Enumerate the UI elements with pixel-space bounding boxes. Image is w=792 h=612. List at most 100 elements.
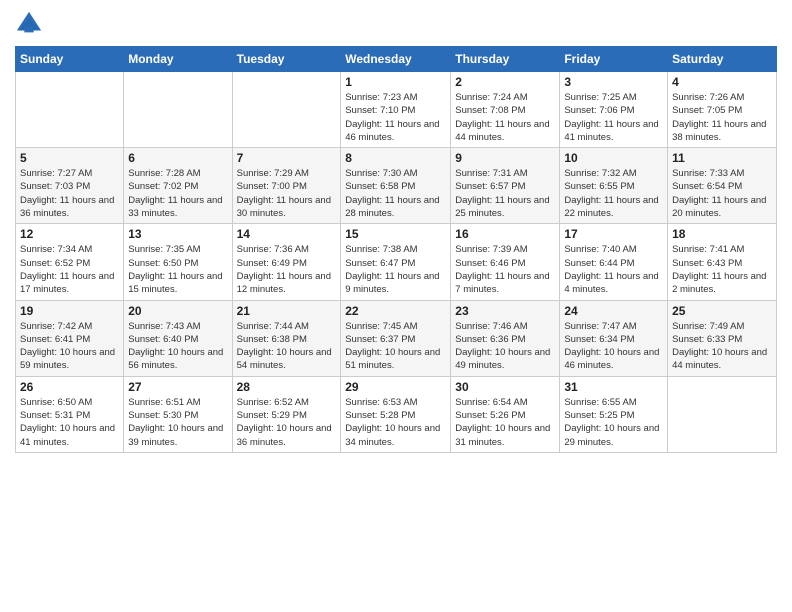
- calendar-cell: 25Sunrise: 7:49 AM Sunset: 6:33 PM Dayli…: [668, 300, 777, 376]
- calendar-cell: 13 Sunrise: 7:35 AM Sunset: 6:50 PM Dayli…: [124, 224, 232, 300]
- day-info: Sunrise: 6:52 AM Sunset: 5:29 PM Dayligh…: [237, 396, 337, 449]
- day-number: 4: [672, 75, 772, 89]
- day-number: 1: [345, 75, 446, 89]
- day-number: 13: [128, 227, 227, 241]
- day-info: Sunrise: 6:50 AM Sunset: 5:31 PM Dayligh…: [20, 396, 119, 449]
- calendar-cell: 7 Sunrise: 7:29 AM Sunset: 7:00 PM Daylig…: [232, 148, 341, 224]
- day-number: 25: [672, 304, 772, 318]
- day-number: 9: [455, 151, 555, 165]
- calendar-cell: 29 Sunrise: 6:53 AM Sunset: 5:28 PM Dayli…: [341, 376, 451, 452]
- day-info: Sunrise: 7:44 AM Sunset: 6:38 PM Dayligh…: [237, 320, 337, 373]
- calendar-week-row: 19Sunrise: 7:42 AM Sunset: 6:41 PM Dayli…: [16, 300, 777, 376]
- day-number: 11: [672, 151, 772, 165]
- day-info: Sunrise: 7:34 AM Sunset: 6:52 PM Dayligh…: [20, 243, 119, 296]
- day-info: Sunrise: 7:39 AM Sunset: 6:46 PM Dayligh…: [455, 243, 555, 296]
- day-number: 26: [20, 380, 119, 394]
- day-number: 5: [20, 151, 119, 165]
- calendar-cell: 20 Sunrise: 7:43 AM Sunset: 6:40 PM Dayli…: [124, 300, 232, 376]
- calendar-table: SundayMondayTuesdayWednesdayThursdayFrid…: [15, 46, 777, 453]
- calendar-cell: 23Sunrise: 7:46 AM Sunset: 6:36 PM Dayli…: [451, 300, 560, 376]
- day-info: Sunrise: 7:35 AM Sunset: 6:50 PM Dayligh…: [128, 243, 227, 296]
- calendar-header-monday: Monday: [124, 47, 232, 72]
- day-info: Sunrise: 7:47 AM Sunset: 6:34 PM Dayligh…: [564, 320, 663, 373]
- calendar-cell: 17Sunrise: 7:40 AM Sunset: 6:44 PM Dayli…: [560, 224, 668, 300]
- day-number: 27: [128, 380, 227, 394]
- calendar-header-wednesday: Wednesday: [341, 47, 451, 72]
- calendar-cell: 2 Sunrise: 7:24 AM Sunset: 7:08 PM Daylig…: [451, 72, 560, 148]
- calendar-cell: 18 Sunrise: 7:41 AM Sunset: 6:43 PM Dayli…: [668, 224, 777, 300]
- day-number: 24: [564, 304, 663, 318]
- header: [15, 10, 777, 38]
- day-number: 14: [237, 227, 337, 241]
- day-info: Sunrise: 7:26 AM Sunset: 7:05 PM Dayligh…: [672, 91, 772, 144]
- day-info: Sunrise: 7:24 AM Sunset: 7:08 PM Dayligh…: [455, 91, 555, 144]
- day-info: Sunrise: 7:23 AM Sunset: 7:10 PM Dayligh…: [345, 91, 446, 144]
- day-info: Sunrise: 7:30 AM Sunset: 6:58 PM Dayligh…: [345, 167, 446, 220]
- day-number: 2: [455, 75, 555, 89]
- calendar-cell: 6 Sunrise: 7:28 AM Sunset: 7:02 PM Daylig…: [124, 148, 232, 224]
- day-info: Sunrise: 6:55 AM Sunset: 5:25 PM Dayligh…: [564, 396, 663, 449]
- calendar-header-tuesday: Tuesday: [232, 47, 341, 72]
- calendar-header-row: SundayMondayTuesdayWednesdayThursdayFrid…: [16, 47, 777, 72]
- calendar-cell: 21 Sunrise: 7:44 AM Sunset: 6:38 PM Dayli…: [232, 300, 341, 376]
- day-info: Sunrise: 7:33 AM Sunset: 6:54 PM Dayligh…: [672, 167, 772, 220]
- day-number: 28: [237, 380, 337, 394]
- calendar-header-sunday: Sunday: [16, 47, 124, 72]
- calendar-cell: 26 Sunrise: 6:50 AM Sunset: 5:31 PM Dayli…: [16, 376, 124, 452]
- calendar-cell: 10Sunrise: 7:32 AM Sunset: 6:55 PM Dayli…: [560, 148, 668, 224]
- calendar-cell: 9Sunrise: 7:31 AM Sunset: 6:57 PM Daylig…: [451, 148, 560, 224]
- day-info: Sunrise: 6:53 AM Sunset: 5:28 PM Dayligh…: [345, 396, 446, 449]
- calendar-cell: 16 Sunrise: 7:39 AM Sunset: 6:46 PM Dayli…: [451, 224, 560, 300]
- day-number: 22: [345, 304, 446, 318]
- calendar-cell: [16, 72, 124, 148]
- calendar-cell: 3 Sunrise: 7:25 AM Sunset: 7:06 PM Daylig…: [560, 72, 668, 148]
- day-number: 31: [564, 380, 663, 394]
- day-number: 12: [20, 227, 119, 241]
- calendar-cell: 22Sunrise: 7:45 AM Sunset: 6:37 PM Dayli…: [341, 300, 451, 376]
- day-number: 17: [564, 227, 663, 241]
- day-info: Sunrise: 6:51 AM Sunset: 5:30 PM Dayligh…: [128, 396, 227, 449]
- day-number: 20: [128, 304, 227, 318]
- calendar-cell: 8Sunrise: 7:30 AM Sunset: 6:58 PM Daylig…: [341, 148, 451, 224]
- calendar-cell: 5 Sunrise: 7:27 AM Sunset: 7:03 PM Daylig…: [16, 148, 124, 224]
- day-info: Sunrise: 7:41 AM Sunset: 6:43 PM Dayligh…: [672, 243, 772, 296]
- calendar-cell: 1 Sunrise: 7:23 AM Sunset: 7:10 PM Daylig…: [341, 72, 451, 148]
- day-number: 7: [237, 151, 337, 165]
- day-info: Sunrise: 6:54 AM Sunset: 5:26 PM Dayligh…: [455, 396, 555, 449]
- day-number: 29: [345, 380, 446, 394]
- calendar-cell: 30Sunrise: 6:54 AM Sunset: 5:26 PM Dayli…: [451, 376, 560, 452]
- day-info: Sunrise: 7:36 AM Sunset: 6:49 PM Dayligh…: [237, 243, 337, 296]
- calendar-cell: 27 Sunrise: 6:51 AM Sunset: 5:30 PM Dayli…: [124, 376, 232, 452]
- calendar-cell: 11 Sunrise: 7:33 AM Sunset: 6:54 PM Dayli…: [668, 148, 777, 224]
- day-info: Sunrise: 7:25 AM Sunset: 7:06 PM Dayligh…: [564, 91, 663, 144]
- day-info: Sunrise: 7:29 AM Sunset: 7:00 PM Dayligh…: [237, 167, 337, 220]
- calendar-header-friday: Friday: [560, 47, 668, 72]
- calendar-cell: 4 Sunrise: 7:26 AM Sunset: 7:05 PM Daylig…: [668, 72, 777, 148]
- calendar-cell: 15 Sunrise: 7:38 AM Sunset: 6:47 PM Dayli…: [341, 224, 451, 300]
- day-info: Sunrise: 7:27 AM Sunset: 7:03 PM Dayligh…: [20, 167, 119, 220]
- calendar-cell: 28 Sunrise: 6:52 AM Sunset: 5:29 PM Dayli…: [232, 376, 341, 452]
- day-number: 3: [564, 75, 663, 89]
- day-info: Sunrise: 7:38 AM Sunset: 6:47 PM Dayligh…: [345, 243, 446, 296]
- calendar-week-row: 12 Sunrise: 7:34 AM Sunset: 6:52 PM Dayli…: [16, 224, 777, 300]
- day-number: 21: [237, 304, 337, 318]
- calendar-cell: 19Sunrise: 7:42 AM Sunset: 6:41 PM Dayli…: [16, 300, 124, 376]
- day-number: 16: [455, 227, 555, 241]
- day-info: Sunrise: 7:43 AM Sunset: 6:40 PM Dayligh…: [128, 320, 227, 373]
- calendar-cell: [232, 72, 341, 148]
- calendar-cell: 31 Sunrise: 6:55 AM Sunset: 5:25 PM Dayli…: [560, 376, 668, 452]
- calendar-cell: [668, 376, 777, 452]
- calendar-cell: 24 Sunrise: 7:47 AM Sunset: 6:34 PM Dayli…: [560, 300, 668, 376]
- calendar-cell: 12 Sunrise: 7:34 AM Sunset: 6:52 PM Dayli…: [16, 224, 124, 300]
- calendar-header-saturday: Saturday: [668, 47, 777, 72]
- day-number: 18: [672, 227, 772, 241]
- calendar-week-row: 5 Sunrise: 7:27 AM Sunset: 7:03 PM Daylig…: [16, 148, 777, 224]
- calendar-header-thursday: Thursday: [451, 47, 560, 72]
- day-number: 15: [345, 227, 446, 241]
- day-number: 6: [128, 151, 227, 165]
- day-info: Sunrise: 7:28 AM Sunset: 7:02 PM Dayligh…: [128, 167, 227, 220]
- day-info: Sunrise: 7:32 AM Sunset: 6:55 PM Dayligh…: [564, 167, 663, 220]
- day-info: Sunrise: 7:46 AM Sunset: 6:36 PM Dayligh…: [455, 320, 555, 373]
- calendar-cell: 14 Sunrise: 7:36 AM Sunset: 6:49 PM Dayli…: [232, 224, 341, 300]
- page: SundayMondayTuesdayWednesdayThursdayFrid…: [0, 0, 792, 612]
